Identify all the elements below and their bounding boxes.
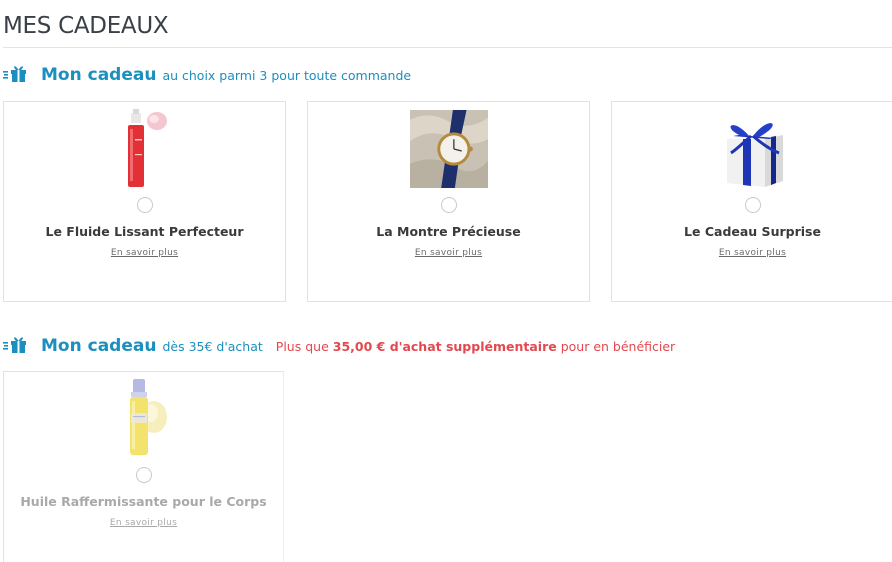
- section-subtitle: au choix parmi 3 pour toute commande: [162, 68, 412, 83]
- gift-name: Le Cadeau Surprise: [684, 224, 821, 239]
- gift-card-fluide[interactable]: Le Fluide Lissant Perfecteur En savoir p…: [3, 101, 286, 302]
- learn-more-link[interactable]: En savoir plus: [4, 248, 285, 258]
- gift-name: Huile Raffermissante pour le Corps: [20, 494, 267, 509]
- section-title: Mon cadeau: [41, 336, 157, 356]
- gift-icon: [3, 66, 26, 82]
- page-title: MES CADEAUX: [3, 13, 169, 39]
- gift-radio[interactable]: [136, 197, 153, 213]
- gift-card-montre[interactable]: La Montre Précieuse En savoir plus: [307, 101, 590, 302]
- learn-more-link[interactable]: En savoir plus: [308, 248, 589, 258]
- gift-radio[interactable]: [440, 197, 457, 213]
- note-amount: 35,00 € d'achat supplémentaire: [332, 339, 557, 354]
- red-serum-bottle-image: [127, 109, 167, 187]
- gift-name: Le Fluide Lissant Perfecteur: [45, 224, 244, 239]
- section-header-threshold: Mon cadeau dès 35€ d'achat Plus que 35,0…: [3, 333, 675, 356]
- note-prefix: Plus que: [275, 339, 329, 354]
- note-suffix: pour en bénéficier: [560, 339, 676, 354]
- learn-more-link[interactable]: En savoir plus: [4, 518, 283, 528]
- remaining-amount-note: Plus que 35,00 € d'achat supplémentaire …: [276, 339, 675, 354]
- gift-radio: [135, 467, 152, 483]
- section-subtitle: dès 35€ d'achat: [162, 339, 263, 354]
- watch-photo-image: [409, 110, 488, 188]
- section-title: Mon cadeau: [41, 65, 157, 85]
- gift-card-huile: Huile Raffermissante pour le Corps En sa…: [3, 371, 284, 562]
- title-divider: [3, 47, 892, 48]
- gift-box-image: [726, 123, 783, 187]
- learn-more-link[interactable]: En savoir plus: [612, 248, 892, 258]
- gift-icon: [3, 337, 26, 353]
- gift-name: La Montre Précieuse: [376, 224, 521, 239]
- yellow-oil-bottle-image: [129, 379, 167, 455]
- gift-card-surprise[interactable]: Le Cadeau Surprise En savoir plus: [611, 101, 892, 302]
- gift-radio[interactable]: [744, 197, 761, 213]
- section-header-choice: Mon cadeau au choix parmi 3 pour toute c…: [3, 62, 411, 85]
